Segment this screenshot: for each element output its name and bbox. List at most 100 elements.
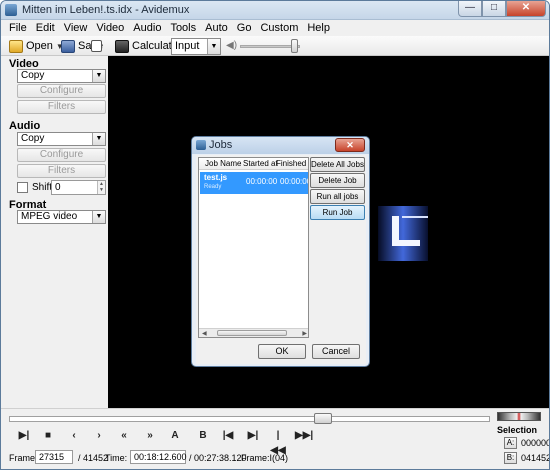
menu-tools[interactable]: Tools [170,20,196,36]
marker-b-button[interactable]: B: [504,452,517,464]
spin-arrows-icon[interactable]: ▲ ▼ [97,181,105,194]
job-finished-at: 00:00:00 [280,177,309,186]
scroll-right-icon[interactable]: ▶ [302,330,307,337]
shift-checkbox[interactable] [17,182,28,193]
input-select-value: Input [175,40,200,52]
stop-icon[interactable]: ■ [39,428,57,443]
window-title: Mitten im Leben!.ts.idx - Avidemux [22,4,190,16]
time-input[interactable]: 00:18:12.600 [130,450,187,464]
job-row[interactable]: test.js Ready 00:00:00 00:00:00 [200,172,308,194]
menu-view[interactable]: View [64,20,88,36]
video-codec-select[interactable]: Copy ▼ [17,69,106,83]
column-finished-at[interactable]: Finished at [276,158,308,170]
chevron-down-icon: ▼ [92,133,105,145]
video-configure-button[interactable]: Configure [17,84,106,98]
bottom-panel: ▶| ■ ‹ › « » A B |◀ ▶| |◀◀ ▶▶| Frame: 27… [1,408,549,469]
video-codec-value: Copy [21,70,45,81]
previous-keyframe-icon[interactable]: « [115,428,133,443]
logo-stroke [402,216,428,218]
menu-audio[interactable]: Audio [133,20,161,36]
audio-configure-button[interactable]: Configure [17,148,106,162]
save-icon [61,39,75,53]
set-marker-b-icon[interactable]: B [194,428,212,443]
scroll-left-icon[interactable]: ◀ [202,330,207,337]
menu-go[interactable]: Go [237,20,252,36]
title-bar: Mitten im Leben!.ts.idx - Avidemux — □ ✕ [1,1,549,20]
menu-auto[interactable]: Auto [205,20,228,36]
time-label: Time: [105,453,128,463]
close-button[interactable]: ✕ [335,138,365,152]
time-total: / 00:27:38.120 [189,453,247,463]
close-button[interactable]: ✕ [506,1,546,17]
open-label: Open [26,40,53,52]
delete-job-button[interactable]: Delete Job [310,173,365,188]
goto-end-icon[interactable]: ▶| [244,428,262,443]
toolbar: Open ▼ Save Calculator Input ▼ ◀) [1,36,549,56]
jobs-dialog: Jobs ✕ Job Name Started at Finished at t… [191,136,370,367]
column-started-at[interactable]: Started at [243,158,278,170]
marker-a-button[interactable]: A: [504,437,517,449]
menu-help[interactable]: Help [307,20,330,36]
audio-filters-button[interactable]: Filters [17,164,106,178]
ok-button[interactable]: OK [258,344,306,359]
audio-codec-value: Copy [21,133,45,144]
previous-frame-icon[interactable]: ‹ [65,428,83,443]
properties-button[interactable] [91,37,105,55]
volume-slider-thumb[interactable] [291,39,298,53]
video-logo-image [378,206,428,261]
timeline-thumb[interactable] [314,413,332,424]
marker-a-value: 000000 [521,438,550,448]
selection-label: Selection [497,425,538,435]
column-job-name[interactable]: Job Name [205,158,241,170]
next-frame-icon[interactable]: › [90,428,108,443]
job-status: Ready [204,184,222,190]
shift-spinbox[interactable]: 0 ▲ ▼ [51,180,106,195]
next-keyframe-icon[interactable]: » [141,428,159,443]
delete-all-jobs-button[interactable]: Delete All Jobs [310,157,365,172]
marker-b-value: 041452 [521,453,550,463]
selection-indicator [497,412,541,421]
job-name: test.js [204,173,228,182]
menu-custom[interactable]: Custom [260,20,298,36]
play-icon[interactable]: ▶| [15,428,33,443]
frame-type: Frame:I(04) [241,453,289,463]
jobs-dialog-titlebar: Jobs ✕ [192,137,369,154]
chevron-down-icon: ▼ [207,39,220,54]
minimize-button[interactable]: — [458,1,482,17]
goto-marker-b-icon[interactable]: ▶▶| [295,428,313,443]
set-marker-a-icon[interactable]: A [166,428,184,443]
sidebar: Video Copy ▼ Configure Filters Audio Cop… [1,56,108,408]
menu-edit[interactable]: Edit [36,20,55,36]
goto-start-icon[interactable]: |◀ [219,428,237,443]
job-list[interactable]: Job Name Started at Finished at test.js … [198,157,309,338]
shift-value: 0 [55,182,61,193]
horizontal-scrollbar[interactable]: ◀ ▶ [199,328,308,337]
menu-file[interactable]: File [9,20,27,36]
app-icon [5,4,17,16]
avidemux-window: Mitten im Leben!.ts.idx - Avidemux — □ ✕… [0,0,550,470]
job-started-at: 00:00:00 [246,177,278,186]
frame-input[interactable]: 27315 [35,450,73,464]
properties-icon [91,40,102,52]
timeline-track[interactable] [9,416,490,422]
window-controls: — □ ✕ [458,1,546,18]
video-filters-button[interactable]: Filters [17,100,106,114]
speaker-icon: ◀) [226,40,238,51]
run-job-button[interactable]: Run Job [310,205,365,220]
goto-marker-a-icon[interactable]: |◀◀ [269,428,287,456]
frame-total: / 41452 [78,453,109,463]
input-select[interactable]: Input ▼ [171,38,221,55]
run-all-jobs-button[interactable]: Run all jobs [310,189,365,204]
audio-codec-select[interactable]: Copy ▼ [17,132,106,146]
jobs-dialog-body: Job Name Started at Finished at test.js … [196,155,366,364]
open-button[interactable]: Open ▼ [9,37,64,55]
folder-icon [9,39,23,53]
format-select[interactable]: MPEG video ▼ [17,210,106,224]
maximize-button[interactable]: □ [482,1,506,17]
cancel-button[interactable]: Cancel [312,344,360,359]
app-icon [196,140,206,150]
scrollbar-thumb[interactable] [217,330,287,336]
format-value: MPEG video [21,211,78,222]
menu-video[interactable]: Video [96,20,124,36]
menu-bar: File Edit View Video Audio Tools Auto Go… [1,20,549,36]
